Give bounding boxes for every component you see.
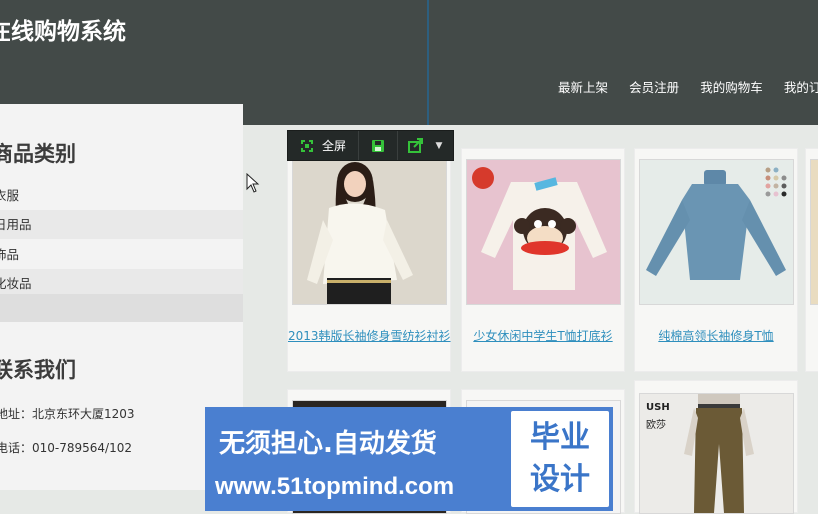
banner-url[interactable]: www.51topmind.com [215, 473, 454, 501]
contact-phone: 电话：010-789564/102 [0, 441, 132, 455]
banner-badge: 毕业 设计 [509, 409, 611, 509]
blue-turtleneck-image [640, 160, 793, 304]
product-name[interactable]: 纯棉高领长袖修身T恤 [635, 327, 797, 344]
fullscreen-button[interactable]: 全屏 [288, 131, 359, 160]
product-card[interactable]: USH 欧莎 [634, 380, 798, 514]
header-divider [427, 0, 429, 125]
save-button[interactable] [359, 131, 398, 160]
nav-register[interactable]: 会员注册 [629, 80, 679, 95]
share-button[interactable]: ▼ [398, 131, 452, 160]
caret-down-icon[interactable]: ▼ [436, 141, 443, 151]
nav-new-arrivals[interactable]: 最新上架 [558, 80, 608, 95]
contact-address: 地址：北京东环大厦1203 [0, 407, 135, 421]
product-image[interactable] [810, 159, 818, 305]
fullscreen-icon [300, 139, 313, 152]
fullscreen-label: 全屏 [321, 139, 346, 153]
save-icon [372, 139, 384, 152]
mouse-cursor-icon [246, 173, 260, 193]
product-image[interactable] [639, 159, 794, 305]
obscured-text [95, 496, 215, 511]
nav-my-orders[interactable]: 我的订 [784, 80, 818, 95]
product-image[interactable] [292, 159, 447, 305]
category-clothes[interactable]: 衣服 [0, 181, 243, 210]
white-blouse-image [293, 160, 446, 304]
product-name[interactable]: 少女休闲中学生T恤打底衫 [462, 327, 624, 344]
product-card[interactable]: 纯棉高领长袖修身T恤 [634, 148, 798, 372]
category-divider [0, 294, 243, 322]
banner-badge-line2: 设计 [530, 462, 590, 497]
image-toolbar: 全屏 ▼ [287, 130, 454, 161]
product-name[interactable]: 2013韩版长袖修身雪纺衫衬衫 [288, 327, 451, 344]
categories-title: 商品类别 [0, 141, 76, 166]
site-title: 在线购物系统 [0, 18, 126, 45]
product-card-partial[interactable] [805, 148, 818, 372]
contact-title: 联系我们 [0, 357, 76, 382]
category-daily[interactable]: 日用品 [0, 210, 243, 239]
nav-cart[interactable]: 我的购物车 [700, 80, 763, 95]
category-accessories[interactable]: 饰品 [0, 240, 243, 269]
khaki-pants-image [684, 394, 754, 513]
product-card[interactable]: 少女休闲中学生T恤打底衫 [461, 148, 625, 372]
pink-monkey-tee-image [467, 160, 620, 304]
main-nav: 最新上架 会员注册 我的购物车 我的订 [558, 77, 818, 97]
product-image[interactable] [466, 159, 621, 305]
product-image[interactable]: USH 欧莎 [639, 393, 794, 514]
promo-banner[interactable]: 无须担心.自动发货 www.51topmind.com 毕业 设计 [205, 407, 613, 511]
banner-slogan: 无须担心.自动发货 [219, 429, 437, 459]
banner-badge-line1: 毕业 [530, 420, 590, 455]
product-card[interactable]: 2013韩版长袖修身雪纺衫衬衫 [287, 148, 451, 372]
share-icon [407, 138, 423, 153]
